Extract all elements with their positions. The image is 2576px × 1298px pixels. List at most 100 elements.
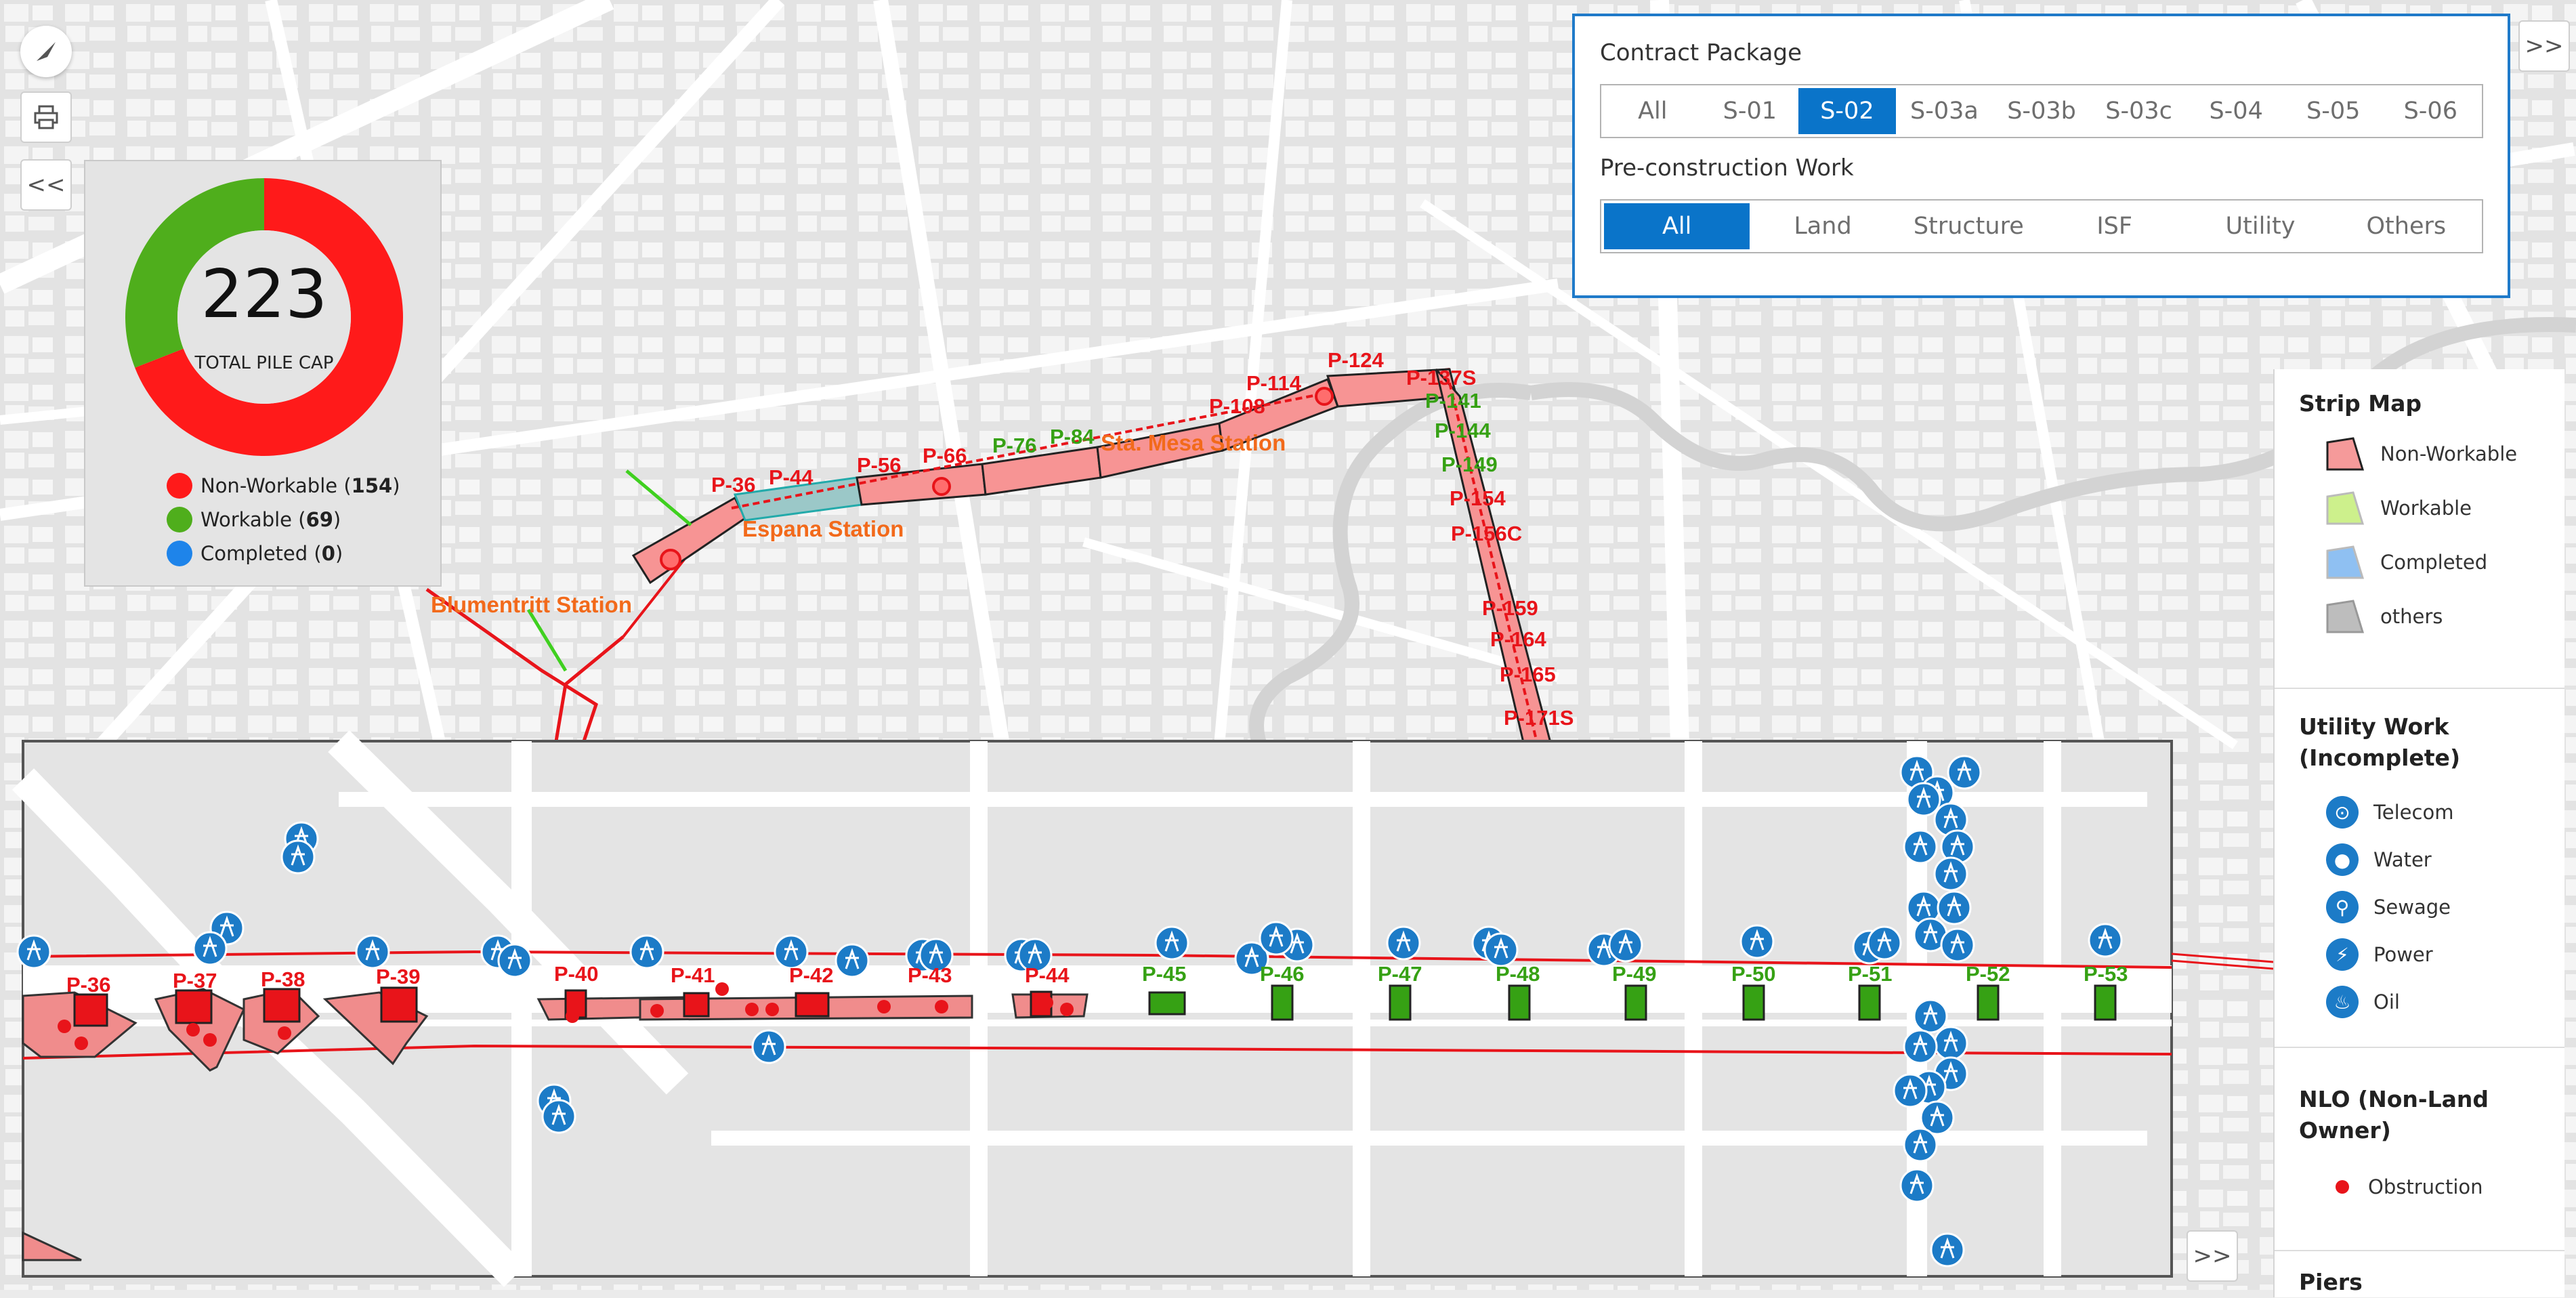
contract-option-s-01[interactable]: S-01 [1702, 88, 1799, 134]
power-tower-icon[interactable] [1893, 1073, 1928, 1108]
legend-label: Workable [200, 508, 293, 531]
contract-option-s-05[interactable]: S-05 [2285, 88, 2382, 134]
power-tower-icon[interactable] [1483, 932, 1519, 967]
work-option-others[interactable]: Others [2334, 203, 2479, 249]
power-tower-icon[interactable] [629, 934, 664, 969]
strip-pier-label: P-51 [1848, 962, 1892, 986]
preconstruction-work-selector: All Land Structure ISF Utility Others [1600, 199, 2483, 253]
legend-label: Completed [200, 542, 308, 565]
power-tower-icon[interactable] [16, 934, 51, 969]
upper-pier-label: P-56 [857, 453, 901, 477]
work-option-land[interactable]: Land [1750, 203, 1895, 249]
strip-pier-label: P-42 [789, 963, 833, 987]
power-tower-icon[interactable] [1903, 1127, 1938, 1163]
legend-label: Non-Workable [2380, 442, 2518, 465]
divider [2275, 1047, 2564, 1048]
strip-pier-label: P-49 [1612, 962, 1656, 986]
contract-option-s-03c[interactable]: S-03c [2090, 88, 2188, 134]
collapse-left-button[interactable]: << [20, 159, 72, 211]
strip-pier-label: P-52 [1966, 962, 2010, 986]
power-tower-icon[interactable] [1608, 927, 1643, 963]
contract-option-s-02[interactable]: S-02 [1798, 88, 1896, 134]
strip-pier-label: P-36 [66, 973, 110, 997]
legend-panel: Strip Map Utility Work (Incomplete) NLO … [2273, 369, 2564, 1297]
power-tower-icon[interactable] [751, 1029, 786, 1064]
work-option-structure[interactable]: Structure [1896, 203, 2042, 249]
expand-right-button[interactable]: >> [2518, 20, 2570, 72]
contract-option-s-03b[interactable]: S-03b [1993, 88, 2090, 134]
power-tower-icon[interactable] [1947, 755, 1982, 790]
legend-label: others [2380, 605, 2443, 628]
station-label: Espana Station [742, 516, 904, 541]
upper-pier-label: P-66 [923, 444, 967, 467]
power-tower-icon[interactable] [2088, 923, 2123, 958]
total-count: 223 [200, 256, 328, 333]
telecom-icon: ⊙ [2326, 796, 2359, 829]
strip-swatch-icon [2326, 491, 2364, 525]
power-tower-icon[interactable] [1259, 921, 1294, 956]
power-tower-icon[interactable] [1903, 1029, 1938, 1064]
compass-button[interactable] [20, 26, 72, 77]
expand-strip-button[interactable]: >> [2187, 1230, 2238, 1282]
legend-label: Water [2373, 848, 2432, 871]
power-tower-icon[interactable] [1933, 856, 1968, 892]
power-tower-icon[interactable] [497, 943, 532, 978]
strip-pier-label: P-53 [2084, 962, 2128, 986]
work-option-isf[interactable]: ISF [2042, 203, 2187, 249]
preconstruction-title: Pre-construction Work [1600, 154, 1854, 182]
power-tower-icon[interactable] [1933, 1026, 1968, 1061]
utility-legend-title: Utility Work (Incomplete) [2299, 713, 2461, 771]
legend-utility-sewage: ⚲ Sewage [2326, 891, 2451, 923]
power-tower-icon[interactable] [355, 934, 390, 969]
power-tower-icon[interactable] [280, 839, 316, 875]
upper-pier-label: P-44 [769, 465, 814, 489]
strip-swatch-icon [2326, 545, 2364, 579]
flame-icon: ♨ [2326, 986, 2359, 1018]
upper-pier-label: P-114 [1246, 371, 1302, 395]
print-button[interactable] [20, 91, 72, 143]
completed-dot [167, 541, 192, 566]
legend-count: 69 [305, 508, 333, 531]
power-tower-icon[interactable] [1386, 925, 1421, 961]
power-tower-icon[interactable] [835, 943, 870, 978]
upper-pier-label: P-137S [1406, 366, 1476, 390]
work-option-utility[interactable]: Utility [2187, 203, 2333, 249]
strip-pier-label: P-50 [1731, 962, 1775, 986]
contract-option-s-06[interactable]: S-06 [2382, 88, 2480, 134]
legend-strip-others: others [2326, 600, 2443, 633]
strip-map-inset: P-36 P-37 P-38 P-39 P-40 P-41 P-42 P-43 P-44 P-45… [12, 730, 2274, 1287]
upper-pier-label: P-144 [1435, 419, 1491, 442]
upper-pier-label: P-124 [1328, 348, 1384, 372]
work-option-all[interactable]: All [1604, 203, 1750, 249]
power-tower-icon[interactable] [1739, 924, 1775, 959]
upper-pier-label: P-171S [1504, 706, 1574, 730]
power-tower-icon[interactable] [1906, 782, 1941, 817]
upper-pier-label: P-108 [1209, 394, 1265, 418]
strip-pier-label: P-46 [1260, 962, 1304, 986]
legend-non-workable: Non-Workable (154) [167, 473, 400, 499]
power-tower-icon[interactable] [1867, 925, 1902, 961]
power-tower-icon[interactable] [1899, 1168, 1935, 1203]
divider [2275, 1250, 2564, 1251]
strip-pier-label: P-40 [554, 962, 598, 986]
strip-pier-label: P-37 [173, 969, 217, 992]
contract-option-s-04[interactable]: S-04 [2187, 88, 2285, 134]
strip-pier-label: P-45 [1142, 962, 1186, 986]
legend-label: Non-Workable [200, 474, 338, 497]
power-tower-icon[interactable] [1903, 829, 1938, 864]
power-tower-icon[interactable] [541, 1099, 576, 1134]
strip-pier-label: P-43 [908, 963, 952, 987]
contract-option-s-03a[interactable]: S-03a [1896, 88, 1993, 134]
workable-dot [167, 507, 192, 532]
power-tower-icon[interactable] [1940, 927, 1975, 963]
upper-pier-label: P-141 [1425, 389, 1481, 413]
upper-pier-label: P-159 [1482, 596, 1538, 620]
power-tower-icon: ⚡ [2326, 938, 2359, 971]
power-tower-icon[interactable] [1913, 999, 1948, 1034]
power-tower-icon[interactable] [1154, 925, 1189, 961]
contract-option-all[interactable]: All [1604, 88, 1702, 134]
power-tower-icon[interactable] [1937, 890, 1972, 925]
power-tower-icon[interactable] [192, 931, 228, 966]
legend-utility-water: ● Water [2326, 843, 2432, 876]
power-tower-icon[interactable] [1930, 1232, 1965, 1268]
